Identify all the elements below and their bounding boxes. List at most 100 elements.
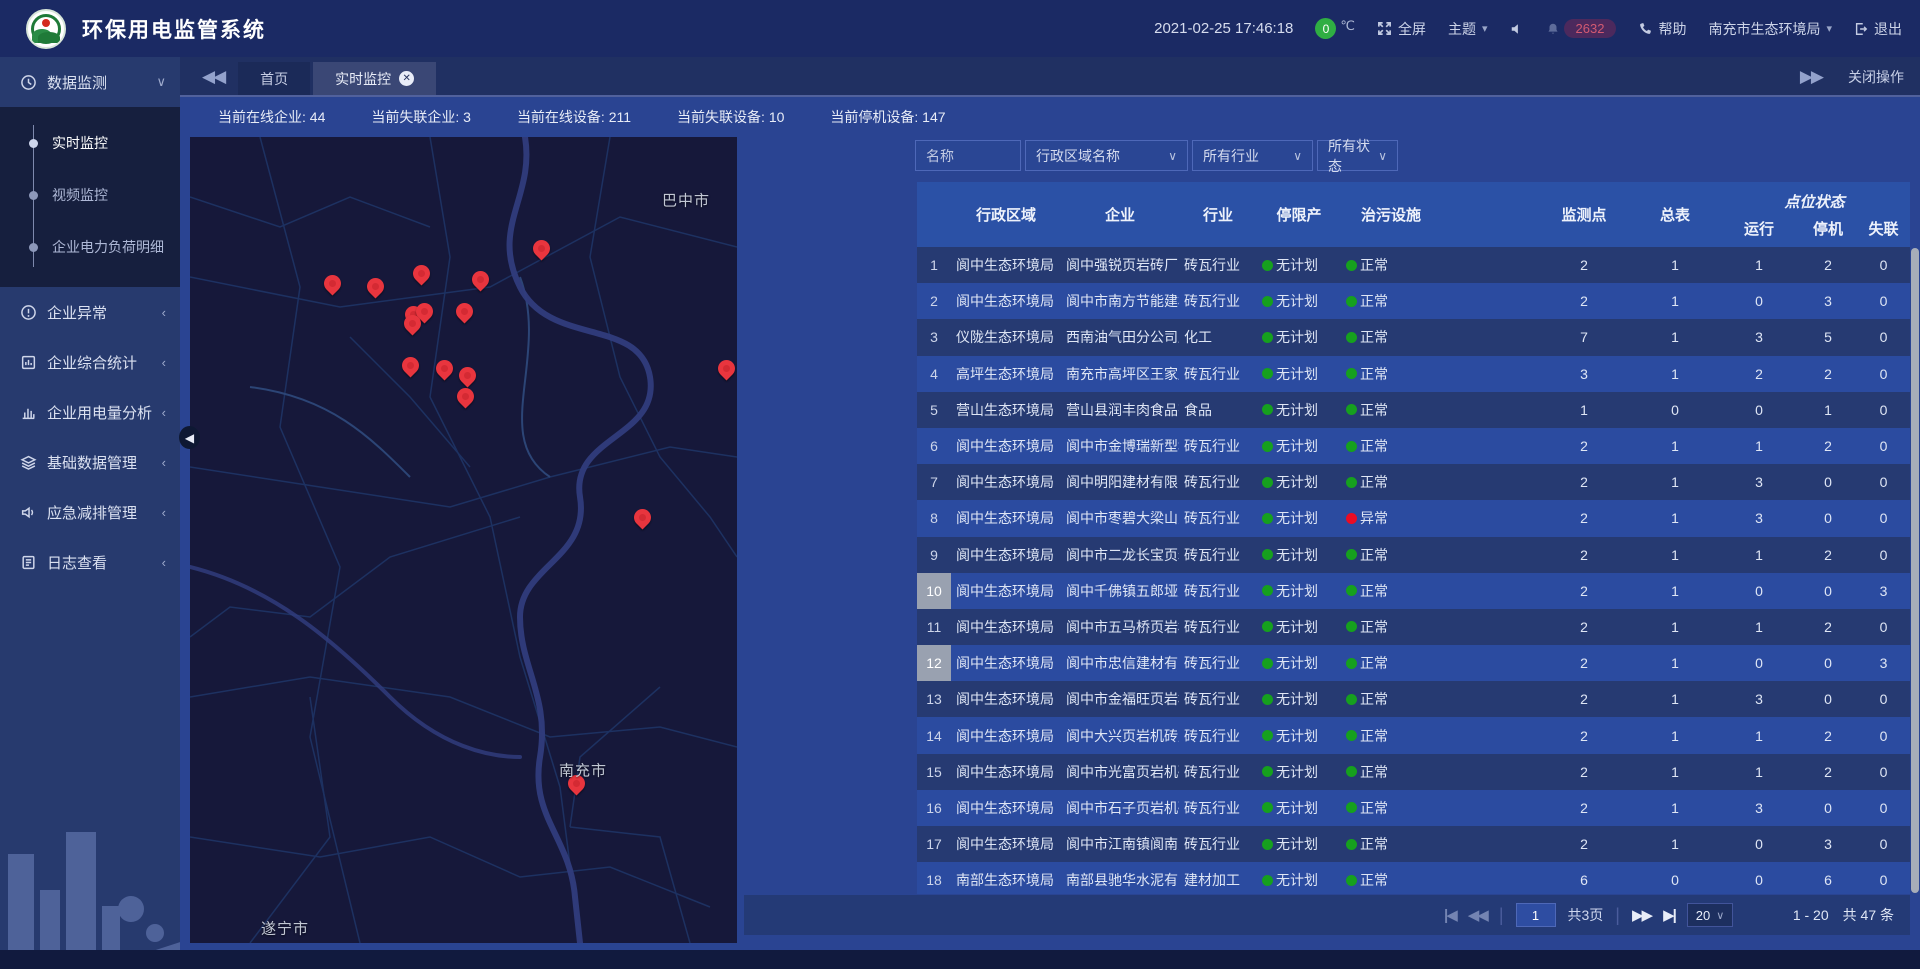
status-dot-green	[1262, 694, 1273, 705]
sidebar-subitem-1[interactable]: 视频监控	[0, 169, 180, 221]
table-row[interactable]: 9阆中生态环境局阆中市二龙长宝页岩砖砖瓦行业无计划正常21120	[917, 537, 1910, 573]
column-header: 总表	[1631, 182, 1719, 247]
cell-company: 阆中大兴页岩机砖厂	[1061, 717, 1179, 753]
cell-industry: 砖瓦行业	[1179, 790, 1257, 826]
industry-select[interactable]: 所有行业 ∨	[1192, 140, 1313, 171]
mute-button[interactable]	[1510, 22, 1524, 36]
column-header: 企业	[1061, 182, 1179, 247]
sidebar-collapse-button[interactable]: ◀	[179, 426, 200, 449]
page-number-input[interactable]	[1516, 903, 1556, 927]
sidebar-item-4[interactable]: 基础数据管理‹	[0, 437, 180, 487]
sidebar-subitem-2[interactable]: 企业电力负荷明细	[0, 221, 180, 273]
cell-spacer	[1441, 717, 1537, 753]
cell-points: 7	[1537, 319, 1631, 355]
cell-offline: 0	[1857, 826, 1910, 862]
cell-region: 阆中生态环境局	[951, 428, 1061, 464]
notifications[interactable]: 2632	[1546, 19, 1617, 38]
table-row[interactable]: 6阆中生态环境局阆中市金博瑞新型墙材砖瓦行业无计划正常21120	[917, 428, 1910, 464]
name-search-input[interactable]	[915, 140, 1021, 171]
cell-offline: 3	[1857, 645, 1910, 681]
help-button[interactable]: 帮助	[1638, 19, 1686, 39]
cell-offline: 0	[1857, 356, 1910, 392]
sidebar-item-1[interactable]: 企业异常‹	[0, 287, 180, 337]
page-size-select[interactable]: 20 ∨	[1687, 903, 1734, 927]
column-header: 运行	[1719, 218, 1799, 239]
fullscreen-button[interactable]: 全屏	[1377, 19, 1426, 39]
status-select[interactable]: 所有状态 ∨	[1317, 140, 1398, 171]
status-dot-green	[1262, 766, 1273, 777]
chevron-down-icon: ∨	[156, 74, 166, 90]
cell-industry: 砖瓦行业	[1179, 573, 1257, 609]
sidebar-item-0[interactable]: 数据监测∨	[0, 57, 180, 107]
table-row[interactable]: 3仪陇生态环境局西南油气田分公司川中化工无计划正常71350	[917, 319, 1910, 355]
tab-close-icon[interactable]: ✕	[399, 71, 414, 86]
first-page-icon[interactable]: |◀	[1444, 906, 1456, 924]
cell-points: 2	[1537, 790, 1631, 826]
status-dot-green	[1346, 332, 1357, 343]
sidebar-item-6[interactable]: 日志查看‹	[0, 537, 180, 587]
logout-button[interactable]: 退出	[1854, 19, 1902, 39]
cell-running: 3	[1719, 464, 1799, 500]
org-menu[interactable]: 南充市生态环境局 ▾	[1708, 19, 1832, 39]
row-number: 2	[917, 283, 951, 319]
table-row[interactable]: 2阆中生态环境局阆中市南方节能建材有砖瓦行业无计划正常21030	[917, 283, 1910, 319]
cell-stopped: 0	[1799, 573, 1857, 609]
status-dot-green	[1262, 477, 1273, 488]
tab-home[interactable]: 首页	[238, 62, 310, 95]
cell-meters: 1	[1631, 500, 1719, 536]
sidebar-item-5[interactable]: 应急减排管理‹	[0, 487, 180, 537]
table-row[interactable]: 16阆中生态环境局阆中市石子页岩机砖厂砖瓦行业无计划正常21300	[917, 790, 1910, 826]
app-title: 环保用电监管系统	[82, 14, 266, 44]
table-row[interactable]: 12阆中生态环境局阆中市忠信建材有限公砖瓦行业无计划正常21003	[917, 645, 1910, 681]
sidebar-item-3[interactable]: 企业用电量分析‹	[0, 387, 180, 437]
table-row[interactable]: 4高坪生态环境局南充市高坪区王家店建砖瓦行业无计划正常31220	[917, 356, 1910, 392]
app-window: 环保用电监管系统 2021-02-25 17:46:18 0 ℃ 全屏 主题 ▾…	[0, 0, 1920, 969]
cell-spacer	[1441, 283, 1537, 319]
table-scrollbar[interactable]	[1911, 248, 1919, 893]
cell-offline: 0	[1857, 862, 1910, 894]
cell-running: 1	[1719, 537, 1799, 573]
status-dot-green	[1262, 658, 1273, 669]
table-row[interactable]: 18南部生态环境局南部县驰华水泥有限公建材加工无计划正常60060	[917, 862, 1910, 894]
table-row[interactable]: 1阆中生态环境局阆中强锐页岩砖厂砖瓦行业无计划正常21120	[917, 247, 1910, 283]
tab-realtime-monitor[interactable]: 实时监控 ✕	[313, 62, 436, 95]
cell-points: 2	[1537, 283, 1631, 319]
row-number: 5	[917, 392, 951, 428]
next-page-icon[interactable]: ▶▶	[1632, 906, 1651, 924]
cell-facility: 正常	[1341, 717, 1441, 753]
table-row[interactable]: 15阆中生态环境局阆中市光富页岩机砖厂砖瓦行业无计划正常21120	[917, 754, 1910, 790]
table-row[interactable]: 8阆中生态环境局阆中市枣碧大梁山页岩砖瓦行业无计划异常21300	[917, 500, 1910, 536]
cell-facility: 正常	[1341, 862, 1441, 894]
table-row[interactable]: 7阆中生态环境局阆中明阳建材有限公司砖瓦行业无计划正常21300	[917, 464, 1910, 500]
table-row[interactable]: 14阆中生态环境局阆中大兴页岩机砖厂砖瓦行业无计划正常21120	[917, 717, 1910, 753]
last-page-icon[interactable]: ▶|	[1663, 906, 1675, 924]
sidebar-item-2[interactable]: 企业综合统计‹	[0, 337, 180, 387]
cell-stopped: 5	[1799, 319, 1857, 355]
prev-page-icon[interactable]: ◀◀	[1468, 906, 1487, 924]
sidebar-subitem-0[interactable]: 实时监控	[0, 117, 180, 169]
status-dot-green	[1262, 621, 1273, 632]
cell-offline: 0	[1857, 681, 1910, 717]
region-select[interactable]: 行政区域名称 ∨	[1025, 140, 1188, 171]
cell-region: 高坪生态环境局	[951, 356, 1061, 392]
help-label: 帮助	[1658, 19, 1686, 39]
table-row[interactable]: 10阆中生态环境局阆中千佛镇五郎垭页岩砖瓦行业无计划正常21003	[917, 573, 1910, 609]
status-dot-green	[1262, 441, 1273, 452]
table-row[interactable]: 17阆中生态环境局阆中市江南镇阆南页岩砖瓦行业无计划正常21030	[917, 826, 1910, 862]
chevron-down-icon: ▾	[1482, 22, 1488, 35]
table-row[interactable]: 13阆中生态环境局阆中市金福旺页岩机砖砖瓦行业无计划正常21300	[917, 681, 1910, 717]
cell-points: 6	[1537, 862, 1631, 894]
theme-menu[interactable]: 主题 ▾	[1448, 19, 1488, 39]
fullscreen-label: 全屏	[1398, 19, 1426, 39]
map-panel[interactable]: 巴中市南充市遂宁市	[190, 137, 737, 943]
close-operations-button[interactable]: 关闭操作	[1848, 67, 1904, 87]
status-dot-green	[1262, 296, 1273, 307]
cell-facility: 正常	[1341, 247, 1441, 283]
table-row[interactable]: 5营山生态环境局营山县润丰肉食品有限食品无计划正常10010	[917, 392, 1910, 428]
tab-scroll-left-icon[interactable]: ◀◀	[180, 67, 238, 95]
tab-scroll-right-icon[interactable]: ▶▶	[1800, 67, 1822, 87]
cell-meters: 1	[1631, 247, 1719, 283]
sidebar-item-label: 基础数据管理	[47, 452, 137, 473]
table-row[interactable]: 11阆中生态环境局阆中市五马桥页岩机砖砖瓦行业无计划正常21120	[917, 609, 1910, 645]
chevron-left-icon: ‹	[162, 555, 166, 570]
